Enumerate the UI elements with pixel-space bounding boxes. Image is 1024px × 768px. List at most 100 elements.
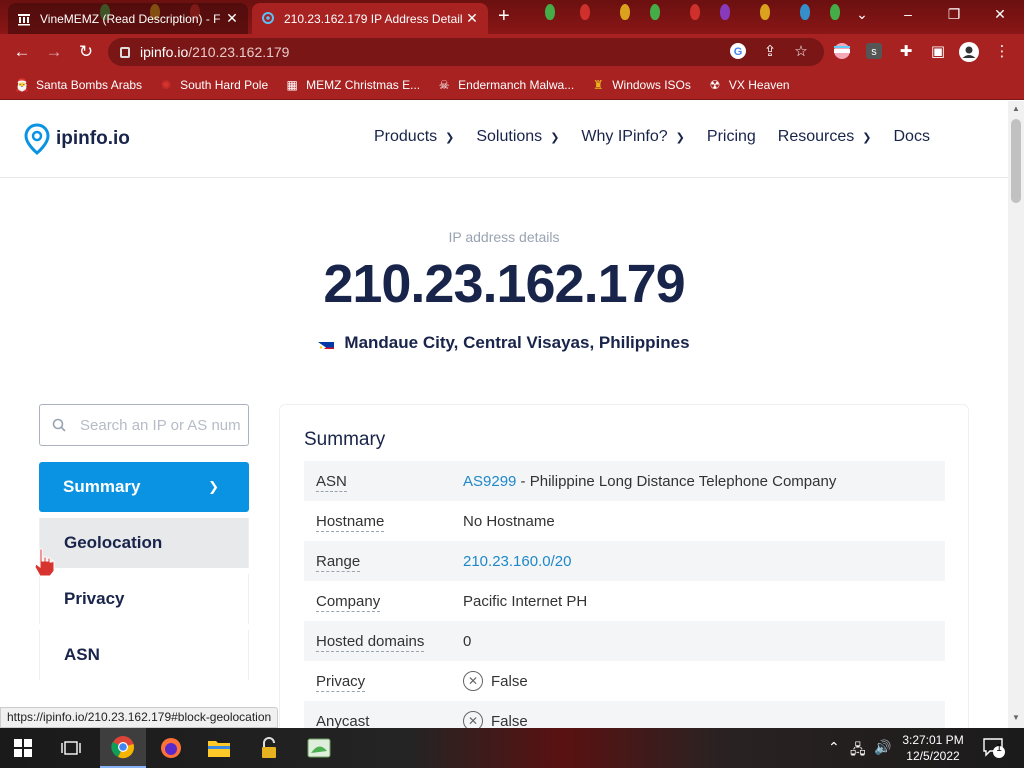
sidepanel-icon[interactable]: ▣: [928, 42, 948, 62]
flower-icon: ✺: [161, 77, 172, 92]
windows-taskbar: ⌃ 🖧 🔊 3:27:01 PM 12/5/2022 1: [0, 728, 1024, 768]
site-header: ipinfo.io Products ❯ Solutions ❯ Why IPinf…: [0, 101, 1008, 178]
share-icon[interactable]: ⇪: [760, 42, 780, 62]
ip-search-box: [39, 404, 249, 446]
table-row: Company Pacific Internet PH: [316, 592, 588, 612]
nav-pricing[interactable]: Pricing: [707, 128, 756, 146]
asn-link[interactable]: AS9299: [463, 473, 516, 490]
site-logo[interactable]: ipinfo.io: [24, 123, 130, 155]
bookmark-item[interactable]: ♜ Windows ISOs: [590, 77, 691, 93]
app-window-icon: [307, 738, 331, 758]
sidenav-asn[interactable]: ASN: [39, 630, 249, 680]
nav-resources[interactable]: Resources ❯: [778, 128, 872, 146]
notification-center-button[interactable]: 1: [982, 737, 1006, 762]
main-nav: Products ❯ Solutions ❯ Why IPinfo? ❯ Pricin…: [374, 128, 952, 146]
ipinfo-favicon-icon: [260, 11, 276, 27]
tray-overflow-icon[interactable]: ⌃: [828, 739, 840, 756]
close-window-button[interactable]: ✕: [990, 6, 1010, 23]
table-row: Hosted domains 0: [304, 621, 945, 661]
taskbar-app-green[interactable]: [296, 728, 342, 768]
profile-avatar-icon[interactable]: [959, 42, 979, 62]
side-nav: Summary ❯ Geolocation Privacy ASN: [39, 462, 249, 686]
skull-icon: ☠: [438, 77, 450, 92]
sidenav-summary[interactable]: Summary ❯: [39, 462, 249, 512]
taskbar-firefox[interactable]: [148, 728, 194, 768]
new-tab-button[interactable]: +: [498, 6, 510, 26]
back-button[interactable]: ←: [12, 42, 32, 62]
search-icon: [52, 418, 66, 432]
summary-card: Summary ASN AS9299 - Philippine Long Dis…: [279, 404, 969, 728]
bookmark-item[interactable]: ▦ MEMZ Christmas E...: [284, 77, 420, 93]
scroll-up-arrow-icon[interactable]: ▲: [1012, 104, 1020, 113]
reload-button[interactable]: ↻: [76, 42, 96, 62]
bookmark-star-icon[interactable]: ☆: [791, 42, 811, 62]
extension-s-icon[interactable]: s: [864, 42, 884, 62]
taskbar-clock[interactable]: 3:27:01 PM 12/5/2022: [898, 732, 968, 764]
url-domain: ipinfo.io: [140, 44, 189, 60]
extension-flag-icon[interactable]: [832, 42, 852, 62]
tab-title: 210.23.162.179 IP Address Detail: [284, 11, 463, 26]
windows-logo-icon: [14, 739, 32, 757]
nav-docs[interactable]: Docs: [894, 128, 930, 146]
clock-date: 12/5/2022: [906, 749, 960, 763]
location-line: Mandaue City, Central Visayas, Philippin…: [0, 333, 1008, 353]
url-path: /210.23.162.179: [188, 44, 290, 60]
nav-why-ipinfo[interactable]: Why IPinfo? ❯: [581, 128, 684, 146]
chevron-down-icon: ❯: [675, 131, 685, 144]
bookmark-item[interactable]: 🎅 Santa Bombs Arabs: [14, 77, 143, 93]
task-view-icon: [61, 741, 81, 755]
link-status-bar: https://ipinfo.io/210.23.162.179#block-g…: [0, 707, 279, 728]
close-icon[interactable]: ✕: [224, 10, 240, 27]
taskbar-file-explorer[interactable]: [196, 728, 242, 768]
tab-vinememz[interactable]: VineMEMZ (Read Description) - F ✕: [8, 3, 248, 34]
bookmark-item[interactable]: ✺ South Hard Pole: [158, 77, 268, 93]
nav-solutions[interactable]: Solutions ❯: [476, 128, 559, 146]
scrollbar-thumb[interactable]: [1011, 119, 1021, 203]
ip-address-heading: 210.23.162.179: [323, 254, 685, 314]
restore-button[interactable]: ❐: [944, 6, 964, 23]
start-button[interactable]: [0, 728, 46, 768]
image-icon: ▦: [286, 77, 298, 92]
hand-cursor-icon: [34, 548, 55, 577]
table-row: Hostname No Hostname: [316, 512, 555, 532]
search-input[interactable]: [80, 416, 240, 434]
sidenav-geolocation[interactable]: Geolocation: [39, 518, 249, 568]
tab-strip: VineMEMZ (Read Description) - F ✕ 210.23…: [0, 0, 1024, 34]
svg-text:s: s: [871, 46, 877, 58]
santa-icon: 🎅: [14, 77, 30, 92]
tab-ipinfo[interactable]: 210.23.162.179 IP Address Detail ✕: [252, 3, 488, 34]
taskbar-chrome[interactable]: [100, 728, 146, 768]
volume-icon[interactable]: 🔊: [874, 739, 891, 756]
close-icon[interactable]: ✕: [464, 10, 480, 27]
google-icon[interactable]: G: [728, 42, 748, 62]
bookmark-item[interactable]: ☢ VX Heaven: [707, 77, 790, 93]
address-bar[interactable]: ipinfo.io/210.23.162.179: [108, 38, 824, 66]
svg-text:G: G: [734, 46, 743, 58]
bookmark-item[interactable]: ☠ Endermanch Malwa...: [436, 77, 574, 93]
taskbar-lock-app[interactable]: [246, 728, 292, 768]
table-row: Range 210.23.160.0/20: [304, 541, 945, 581]
minimize-button[interactable]: –: [898, 6, 918, 22]
chevron-right-icon: ❯: [208, 479, 219, 494]
table-row: ASN AS9299 - Philippine Long Distance Te…: [304, 461, 945, 501]
network-icon[interactable]: 🖧: [850, 739, 866, 763]
scroll-down-arrow-icon[interactable]: ▼: [1012, 713, 1020, 722]
forward-button[interactable]: →: [44, 42, 64, 62]
hero-subtitle: IP address details: [448, 229, 560, 245]
folder-icon: [208, 741, 230, 757]
tab-title: VineMEMZ (Read Description) - F: [40, 11, 221, 26]
tab-search-icon[interactable]: ⌄: [852, 6, 872, 23]
x-circle-icon: ✕: [463, 711, 483, 728]
chevron-down-icon: ❯: [445, 131, 455, 144]
chevron-down-icon: ❯: [862, 131, 872, 144]
nav-products[interactable]: Products ❯: [374, 128, 454, 146]
range-link[interactable]: 210.23.160.0/20: [463, 553, 571, 570]
page-scrollbar[interactable]: ▲ ▼: [1008, 101, 1024, 728]
chrome-icon: [111, 736, 134, 759]
sidenav-privacy[interactable]: Privacy: [39, 574, 249, 624]
bookmarks-bar: 🎅 Santa Bombs Arabs ✺ South Hard Pole ▦ MEM…: [0, 70, 1024, 100]
web-page: ipinfo.io Products ❯ Solutions ❯ Why IPinf…: [0, 101, 1008, 728]
puzzle-icon[interactable]: ✚: [896, 42, 916, 62]
task-view-button[interactable]: [48, 728, 94, 768]
menu-icon[interactable]: ⋮: [992, 42, 1012, 62]
